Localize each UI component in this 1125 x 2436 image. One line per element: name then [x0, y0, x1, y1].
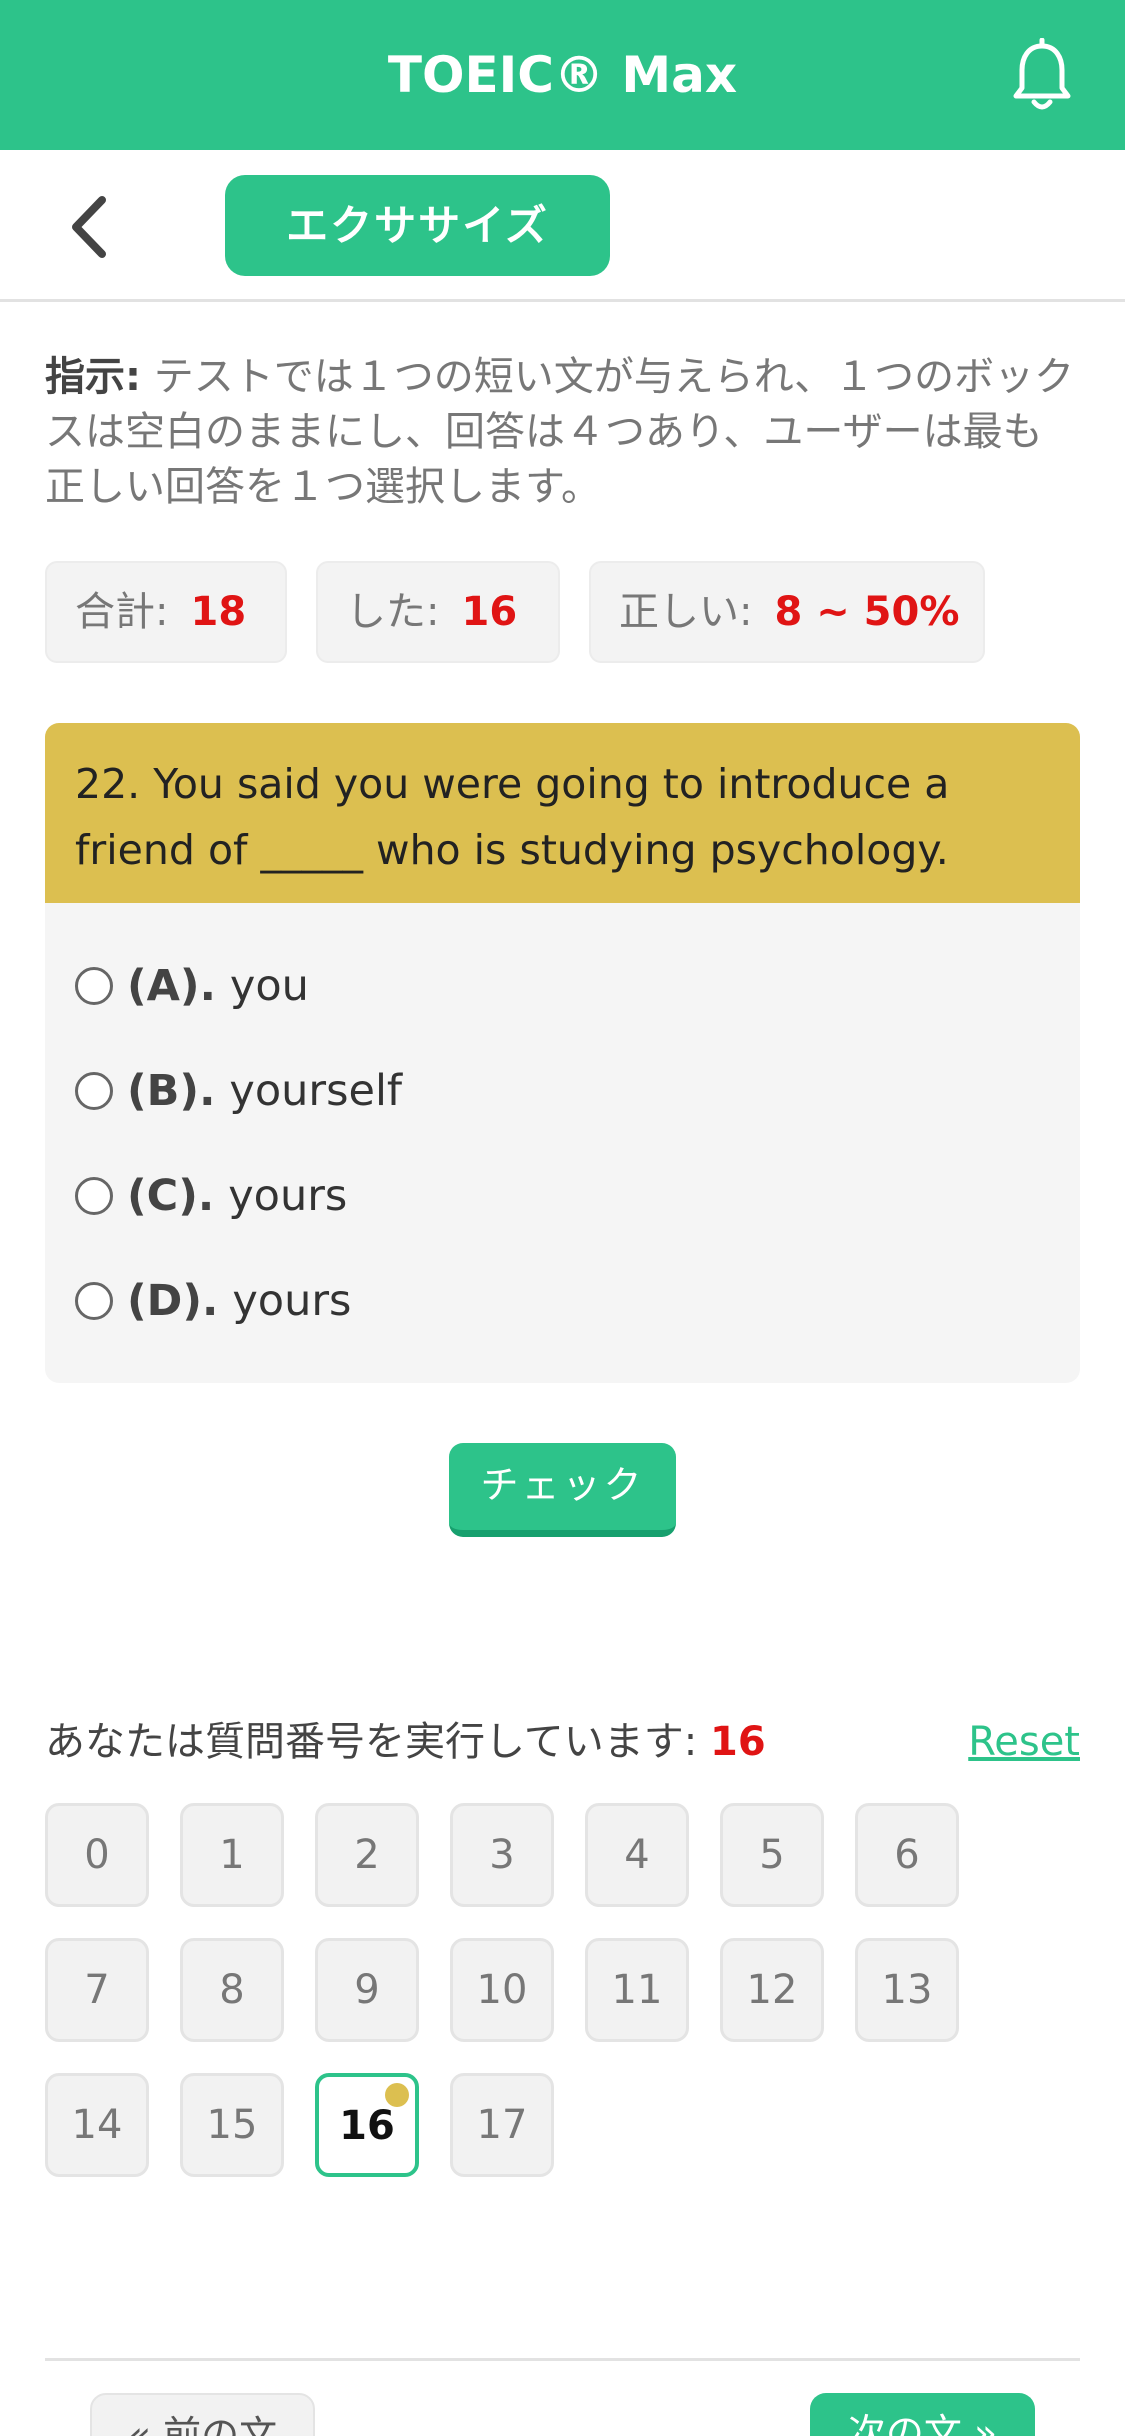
progress-value: 16	[710, 1719, 766, 1765]
option-text: yours	[228, 1171, 348, 1221]
question-text: 22. You said you were going to introduce…	[45, 723, 1080, 903]
option-b[interactable]: (B). yourself	[75, 1056, 402, 1126]
question-number-button[interactable]: 17	[450, 2073, 554, 2177]
progress-label: あなたは質問番号を実行しています:	[45, 1719, 698, 1765]
radio-button[interactable]	[75, 966, 113, 1005]
option-text: you	[229, 961, 309, 1011]
stat-correct-value: 8 ~ 50%	[774, 589, 960, 635]
stat-correct: 正しい: 8 ~ 50%	[589, 561, 985, 663]
option-c[interactable]: (C). yours	[75, 1161, 347, 1231]
current-indicator-dot	[385, 2083, 409, 2107]
question-number-button[interactable]: 4	[585, 1803, 689, 1907]
option-text: yourself	[229, 1066, 403, 1116]
question-number-button[interactable]: 15	[180, 2073, 284, 2177]
question-number-button[interactable]: 11	[585, 1938, 689, 2042]
stat-done: した: 16	[316, 561, 560, 663]
divider	[45, 2358, 1080, 2361]
stat-total-value: 18	[190, 589, 247, 635]
sub-header: エクササイズ	[0, 150, 1125, 302]
stat-total: 合計: 18	[45, 561, 287, 663]
question-number-button[interactable]: 12	[720, 1938, 824, 2042]
tab-exercise[interactable]: エクササイズ	[225, 175, 610, 276]
question-number-button[interactable]: 10	[450, 1938, 554, 2042]
question-number-button[interactable]: 6	[855, 1803, 959, 1907]
option-a[interactable]: (A). you	[75, 951, 309, 1021]
option-letter: (C).	[127, 1171, 215, 1221]
option-text: yours	[232, 1276, 352, 1326]
stat-done-value: 16	[461, 589, 518, 635]
question-number-button[interactable]: 9	[315, 1938, 419, 2042]
radio-button[interactable]	[75, 1071, 113, 1110]
radio-button[interactable]	[75, 1176, 113, 1215]
radio-button[interactable]	[75, 1281, 113, 1320]
option-d[interactable]: (D). yours	[75, 1266, 351, 1336]
instructions: 指示: テストでは１つの短い文が与えられ、１つのボックスは空白のままにし、回答は…	[45, 350, 1075, 515]
question-number-button[interactable]: 5	[720, 1803, 824, 1907]
stat-done-label: した:	[346, 589, 440, 635]
back-chevron-icon[interactable]	[62, 192, 122, 262]
question-number-button[interactable]: 8	[180, 1938, 284, 2042]
question-number-button[interactable]: 2	[315, 1803, 419, 1907]
stat-correct-label: 正しい:	[619, 589, 753, 635]
app-title: TOEIC® Max	[387, 46, 738, 104]
top-app-bar: TOEIC® Max	[0, 0, 1125, 150]
option-letter: (B).	[127, 1066, 216, 1116]
question-number-button[interactable]: 1	[180, 1803, 284, 1907]
question-number-button[interactable]: 0	[45, 1803, 149, 1907]
question-number-button[interactable]: 14	[45, 2073, 149, 2177]
instructions-label: 指示:	[45, 354, 141, 400]
bell-icon[interactable]	[1010, 37, 1074, 114]
question-number-label: 16	[339, 2103, 395, 2149]
stat-total-label: 合計:	[75, 589, 169, 635]
previous-sentence-button[interactable]: « 前の文	[90, 2393, 315, 2436]
check-button[interactable]: チェック	[449, 1443, 676, 1537]
current-question-number-button[interactable]: 16	[315, 2073, 419, 2177]
question-number-button[interactable]: 7	[45, 1938, 149, 2042]
instructions-text: テストでは１つの短い文が与えられ、１つのボックスは空白のままにし、回答は４つあり…	[45, 354, 1075, 510]
answer-options: (A). you (B). yourself (C). yours (D). yours	[45, 903, 1080, 1383]
option-letter: (D).	[127, 1276, 219, 1326]
next-sentence-button[interactable]: 次の文 »	[810, 2393, 1035, 2436]
question-number-button[interactable]: 3	[450, 1803, 554, 1907]
progress-status: あなたは質問番号を実行しています: 16	[45, 1712, 766, 1772]
reset-link[interactable]: Reset	[968, 1712, 1080, 1772]
option-letter: (A).	[127, 961, 216, 1011]
question-number-button[interactable]: 13	[855, 1938, 959, 2042]
